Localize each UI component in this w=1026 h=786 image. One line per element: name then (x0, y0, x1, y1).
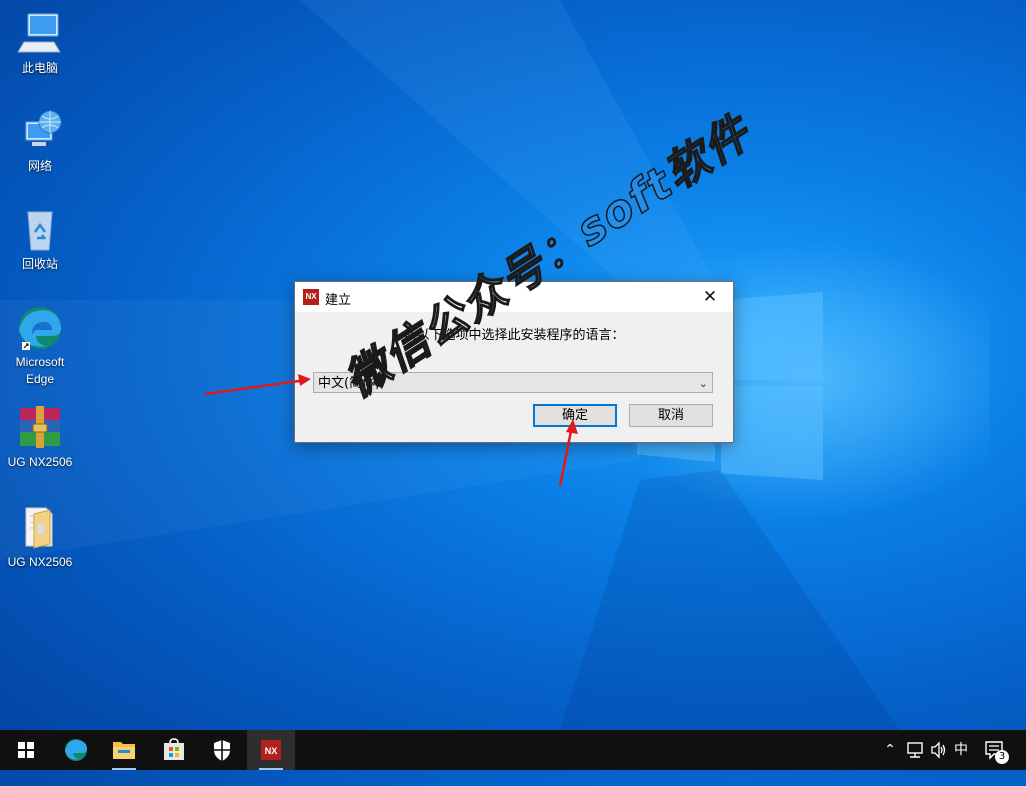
desktop-icon-this-pc[interactable]: 此电脑 (4, 10, 76, 77)
cancel-button[interactable]: 取消 (629, 404, 713, 427)
language-dropdown[interactable]: 中文(简体) ⌄ (313, 372, 713, 393)
network-icon (16, 108, 64, 156)
notification-count-badge: 3 (998, 751, 1006, 762)
start-button[interactable] (2, 730, 50, 770)
security-icon (214, 740, 230, 761)
wallpaper-logo-pane (721, 386, 823, 480)
desktop-icon-ugnx-archive[interactable]: UG NX2506 (4, 404, 76, 471)
network-status[interactable] (904, 730, 926, 770)
desktop-icon-label: 回收站 (21, 257, 58, 271)
edge-icon (65, 739, 87, 761)
ethernet-icon (907, 742, 923, 758)
file-explorer-icon (113, 742, 135, 759)
desktop-icon-label: 此电脑 (21, 61, 58, 75)
taskbar-nx[interactable]: NX (247, 730, 295, 770)
ime-indicator[interactable]: 中 (950, 730, 972, 770)
taskbar-edge[interactable] (52, 730, 100, 770)
desktop-icon-recycle-bin[interactable]: 回收站 (4, 206, 76, 273)
language-selected-value: 中文(简体) (318, 376, 381, 391)
desktop-icon-edge[interactable]: Microsoft Edge (4, 304, 76, 388)
volume-button[interactable] (928, 730, 950, 770)
taskbar-security[interactable] (198, 730, 246, 770)
chevron-up-icon: ⌃ (884, 742, 896, 758)
wallpaper-logo-pane (721, 292, 823, 380)
desktop-icon-network[interactable]: 网络 (4, 108, 76, 175)
dialog-titlebar[interactable]: NX 建立 ✕ (295, 282, 733, 312)
start-icon (18, 742, 34, 758)
desktop-icon-ugnx-folder[interactable]: UG NX2506 (4, 504, 76, 571)
computer-icon (16, 10, 64, 58)
taskbar-store[interactable] (150, 730, 198, 770)
recycle-bin-icon (16, 206, 64, 254)
desktop-icon-label: Microsoft Edge (15, 355, 65, 386)
speaker-icon (931, 741, 946, 759)
folder-icon (16, 504, 64, 552)
close-button[interactable]: ✕ (687, 282, 733, 312)
chevron-down-icon[interactable]: ⌄ (699, 373, 708, 394)
close-icon: ✕ (702, 287, 718, 307)
show-hidden-icons-button[interactable]: ⌃ (880, 730, 900, 770)
winrar-archive-icon (16, 404, 64, 452)
desktop-icon-label: UG NX2506 (7, 455, 73, 469)
svg-text:NX: NX (265, 746, 278, 756)
nx-app-icon: NX (303, 289, 319, 305)
desktop-icon-label: 网络 (27, 159, 52, 173)
edge-icon (16, 304, 64, 352)
notification-center-button[interactable]: 3 (980, 730, 1020, 770)
dialog-prompt: 从以下选项中选择此安装程序的语言： (403, 328, 625, 343)
store-icon (164, 738, 184, 760)
language-select-dialog: NX 建立 ✕ 从以下选项中选择此安装程序的语言： 中文(简体) ⌄ 确定 取消 (294, 281, 734, 443)
nx-icon: NX (261, 740, 281, 760)
taskbar: NX ⌃ 中 3 (0, 730, 1026, 770)
dialog-title: 建立 (325, 293, 352, 308)
desktop-icon-label: UG NX2506 (7, 555, 73, 569)
ok-button[interactable]: 确定 (533, 404, 617, 427)
taskbar-file-explorer[interactable] (100, 730, 148, 770)
